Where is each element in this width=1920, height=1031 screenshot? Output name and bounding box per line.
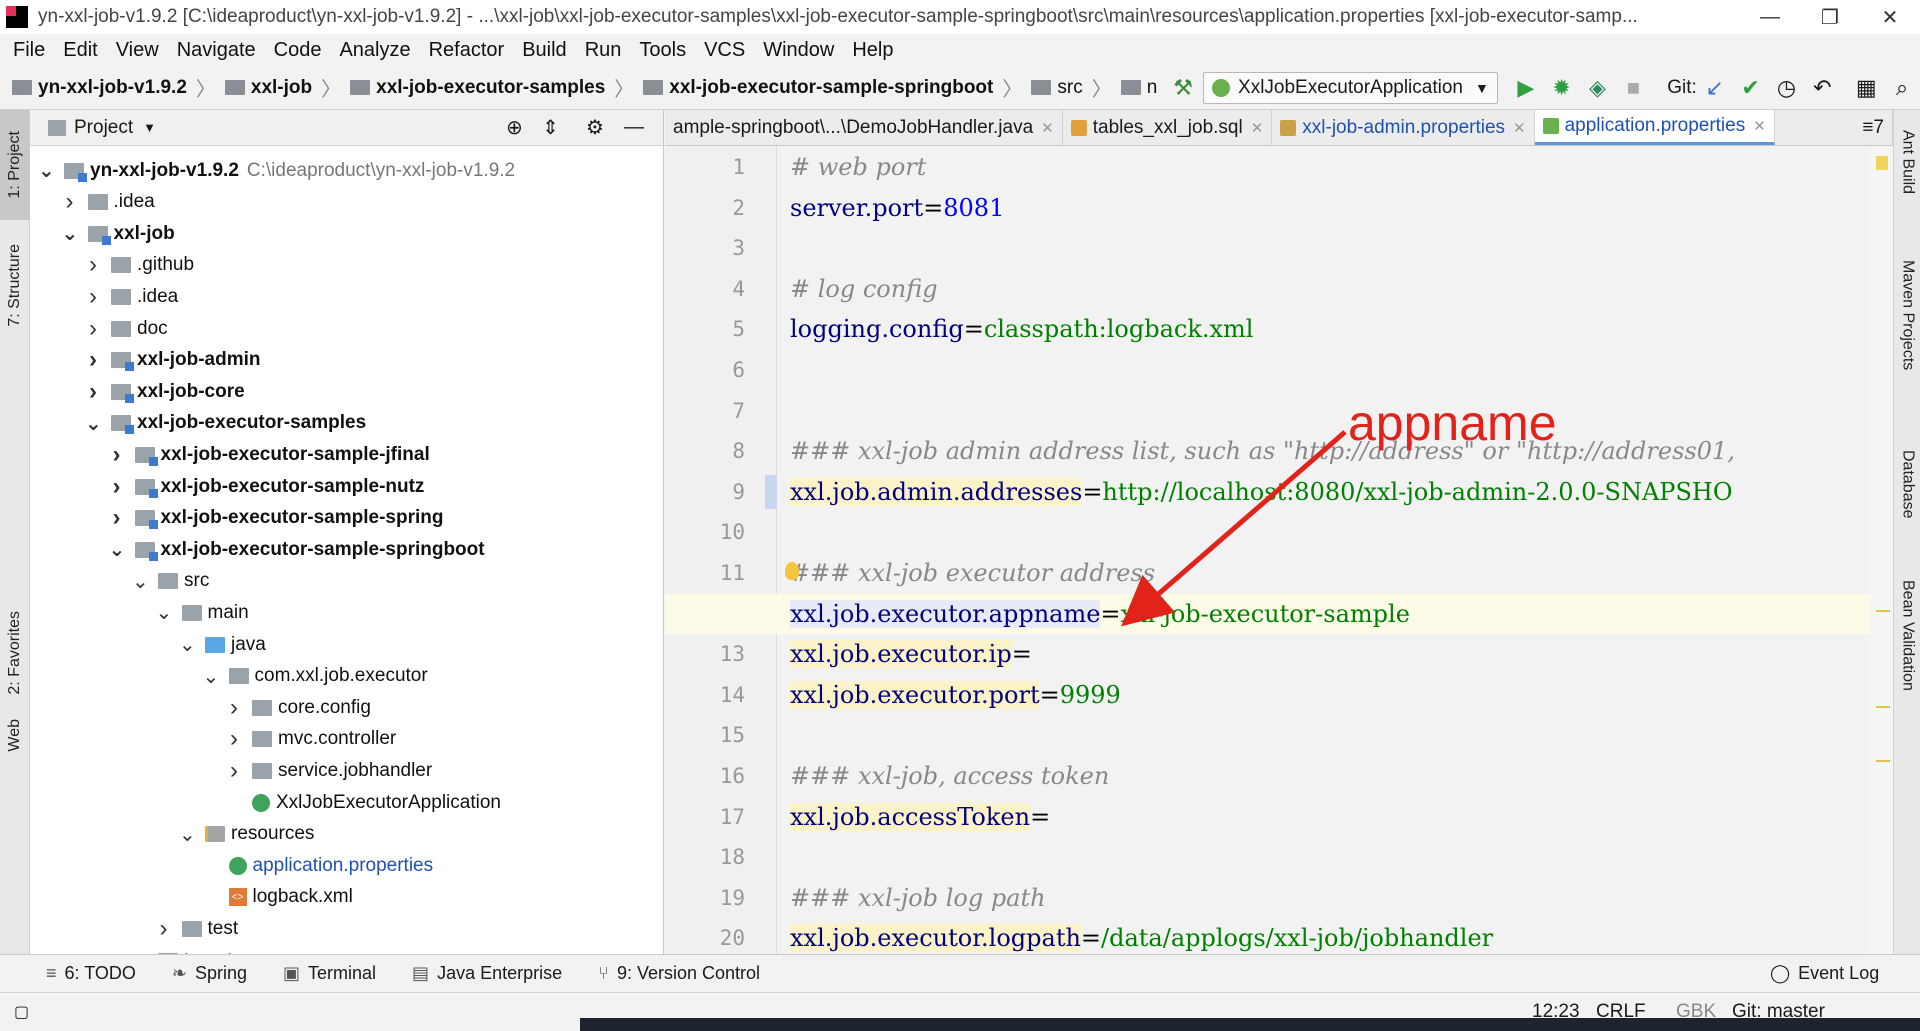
annotation-arrow xyxy=(1121,430,1347,627)
ide-window: yn-xxl-job-v1.9.2 [C:\ideaproduct\yn-xxl… xyxy=(0,0,1920,1031)
